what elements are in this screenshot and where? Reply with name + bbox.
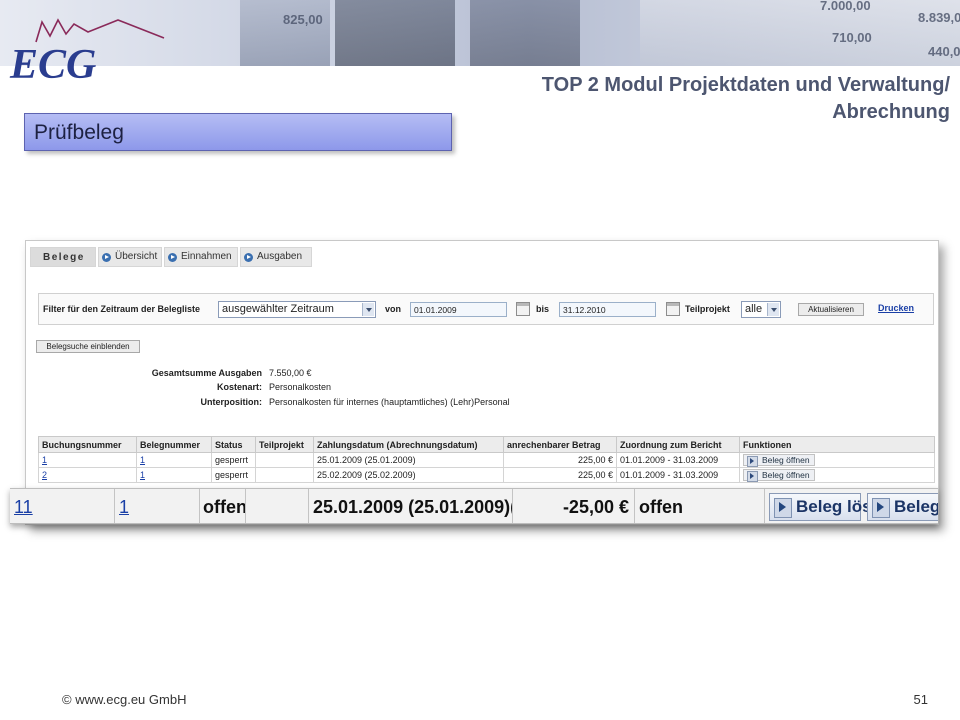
to-date-input[interactable]: 31.12.2010 (559, 302, 656, 317)
column-header[interactable]: Zuordnung zum Bericht (616, 436, 740, 453)
status-cell: gesperrt (211, 452, 256, 468)
delete-receipt-button[interactable]: Beleg löschen (769, 493, 911, 521)
zoomed-row: 11 1 offen 25.01.2009 (25.01.2009)(Pb) -… (10, 488, 938, 524)
payment-date-cell: 25.02.2009 (25.02.2009) (313, 467, 504, 483)
banner-photo-spreadsheet (640, 0, 960, 66)
zoom-booking-number-link[interactable]: 11 (14, 497, 33, 517)
report-assignment-cell: 01.01.2009 - 31.03.2009 (616, 452, 740, 468)
banner-photo-money (240, 0, 330, 66)
slide-title: TOP 2 Modul Projektdaten und Verwaltung/… (390, 72, 950, 126)
subproject-cell (255, 467, 314, 483)
calendar-icon[interactable] (516, 302, 530, 316)
column-header[interactable]: Funktionen (739, 436, 935, 453)
total-value: 7.550,00 € (269, 368, 312, 378)
column-header[interactable]: Buchungsnummer (38, 436, 137, 453)
tab-einnahmen[interactable]: Einnahmen (164, 247, 238, 267)
print-link[interactable]: Drucken (878, 303, 914, 313)
open-receipt-button[interactable]: Beleg öffnen (743, 469, 815, 482)
open-receipt-button[interactable]: Beleg öffnen (867, 493, 938, 521)
subposition-value: Personalkosten für internes (hauptamtlic… (269, 397, 510, 407)
svg-text:ECG: ECG (9, 42, 96, 82)
subposition-label: Unterposition: (200, 397, 263, 407)
costtype-value: Personalkosten (269, 382, 332, 392)
filter-label: Filter für den Zeitraum der Belegliste (43, 304, 201, 314)
chevron-down-icon (362, 303, 374, 316)
table-header-row: Buchungsnummer Belegnummer Status Teilpr… (38, 436, 935, 453)
filter-bar: Filter für den Zeitraum der Belegliste a… (38, 293, 934, 325)
tab-ausgaben[interactable]: Ausgaben (240, 247, 312, 267)
zoom-report-assignment-cell: offen (635, 489, 765, 523)
payment-date-cell: 25.01.2009 (25.01.2009) (313, 452, 504, 468)
column-header[interactable]: Teilprojekt (255, 436, 314, 453)
from-date-input[interactable]: 01.01.2009 (410, 302, 507, 317)
subproject-label: Teilprojekt (685, 304, 730, 314)
tab-belege[interactable]: Belege (30, 247, 96, 267)
zoom-booking-cell: 11 (10, 489, 115, 523)
footer-copyright: © www.ecg.eu GmbH (62, 692, 187, 707)
open-receipt-button[interactable]: Beleg öffnen (743, 454, 815, 467)
section-heading: Prüfbeleg (24, 113, 452, 151)
zoom-receipt-number-link[interactable]: 1 (119, 497, 129, 517)
subproject-cell (255, 452, 314, 468)
chevron-down-icon (767, 303, 779, 316)
zoom-payment-date-cell: 25.01.2009 (25.01.2009)(Pb) (309, 489, 513, 523)
zoom-amount-cell: -25,00 € (513, 489, 635, 523)
receipts-table: Buchungsnummer Belegnummer Status Teilpr… (38, 436, 935, 483)
from-label: von (385, 304, 402, 314)
ecg-logo: ECG (9, 18, 165, 82)
banner-number: 7.000,00 (820, 0, 871, 13)
status-cell: gesperrt (211, 467, 256, 483)
search-toggle-button[interactable]: Belegsuche einblenden (36, 340, 140, 353)
slide-title-line1: TOP 2 Modul Projektdaten und Verwaltung/ (541, 74, 950, 96)
tab-uebersicht[interactable]: Übersicht (98, 247, 162, 267)
report-assignment-cell: 01.01.2009 - 31.03.2009 (616, 467, 740, 483)
banner-number: 710,00 (832, 30, 872, 45)
amount-cell: 225,00 € (503, 452, 617, 468)
column-header[interactable]: Status (211, 436, 256, 453)
booking-number-link[interactable]: 2 (42, 470, 47, 480)
costtype-label: Kostenart: (216, 382, 262, 392)
table-row: 2 1 gesperrt 25.02.2009 (25.02.2009) 225… (38, 467, 935, 483)
zoom-status-cell: offen (200, 489, 246, 523)
amount-cell: 225,00 € (503, 467, 617, 483)
page-number: 51 (913, 692, 928, 707)
receipt-number-link[interactable]: 1 (140, 470, 145, 480)
section-heading-text: Prüfbeleg (34, 121, 124, 144)
zoom-receipt-cell: 1 (115, 489, 200, 523)
column-header[interactable]: Zahlungsdatum (Abrechnungsdatum) (313, 436, 504, 453)
column-header[interactable]: anrechenbarer Betrag (503, 436, 617, 453)
to-label: bis (536, 304, 550, 314)
zoom-subproject-cell (246, 489, 309, 523)
calendar-icon[interactable] (666, 302, 680, 316)
banner-number: 8.839,0 (918, 10, 960, 25)
slide-title-line2: Abrechnung (832, 101, 950, 123)
banner-photo-woman (470, 0, 580, 66)
summary-block: Gesamtsumme Ausgaben 7.550,00 € Kostenar… (26, 368, 926, 408)
total-label: Gesamtsumme Ausgaben (151, 368, 262, 378)
app-screenshot: Belege Übersicht Einnahmen Ausgaben Filt… (25, 240, 939, 525)
refresh-button[interactable]: Aktualisieren (798, 303, 864, 316)
banner-number: 825,00 (283, 12, 323, 27)
play-icon (168, 253, 177, 262)
banner-number: 440,0 (928, 44, 960, 59)
subproject-select[interactable]: alle (741, 301, 781, 318)
banner-photo-man (335, 0, 455, 66)
period-select[interactable]: ausgewählter Zeitraum (218, 301, 376, 318)
table-row: 1 1 gesperrt 25.01.2009 (25.01.2009) 225… (38, 452, 935, 468)
play-icon (244, 253, 253, 262)
receipt-number-link[interactable]: 1 (140, 455, 145, 465)
booking-number-link[interactable]: 1 (42, 455, 47, 465)
column-header[interactable]: Belegnummer (136, 436, 212, 453)
play-icon (102, 253, 111, 262)
